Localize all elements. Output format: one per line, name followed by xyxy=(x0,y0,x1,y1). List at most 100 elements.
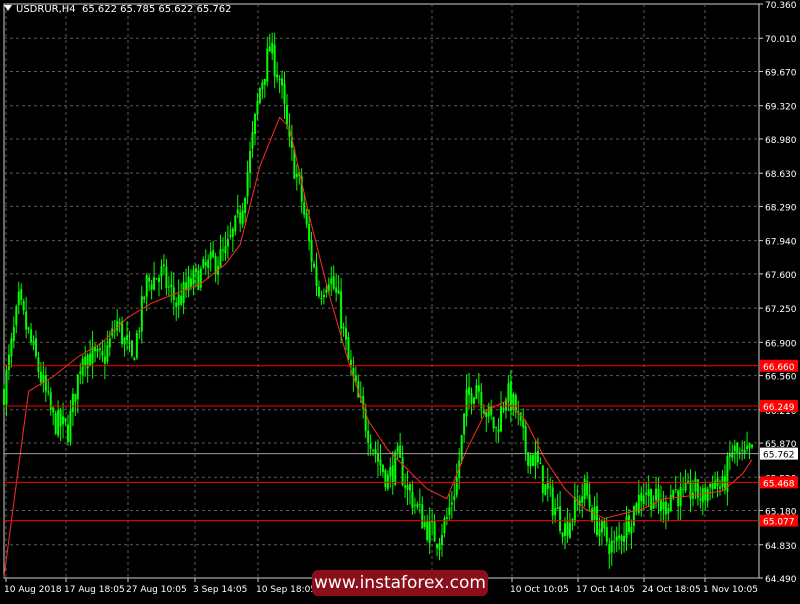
candle-body xyxy=(682,488,685,490)
candle-body xyxy=(610,540,613,553)
candle-body xyxy=(165,266,168,288)
candle-body xyxy=(559,506,562,531)
candle-body xyxy=(34,338,37,357)
level-price-label: 65.468 xyxy=(763,479,795,489)
candle-body xyxy=(17,291,20,306)
candle-body xyxy=(52,407,55,413)
candle-body xyxy=(263,78,266,85)
candle-body xyxy=(674,488,677,490)
candle-body xyxy=(12,327,15,342)
candle-body xyxy=(736,442,739,453)
candle-body xyxy=(583,478,586,499)
candle-body xyxy=(549,486,552,488)
candle-body xyxy=(746,445,749,450)
candle-body xyxy=(330,278,333,284)
candle-body xyxy=(337,290,340,294)
candle-body xyxy=(106,345,109,362)
candle-body xyxy=(133,358,136,361)
candle-body xyxy=(566,521,569,536)
y-tick-label: 64.490 xyxy=(765,575,797,585)
candle-body xyxy=(411,491,414,509)
x-tick-label: 10 Aug 2018 xyxy=(4,585,62,595)
candle-body xyxy=(44,375,47,392)
candle-body xyxy=(308,224,311,242)
candle-body xyxy=(733,445,736,452)
candle-body xyxy=(89,353,92,366)
candle-body xyxy=(190,278,192,287)
candle-body xyxy=(581,496,584,503)
candle-body xyxy=(261,82,264,90)
candle-body xyxy=(418,504,421,506)
candle-body xyxy=(335,287,338,293)
candle-body xyxy=(130,340,133,356)
candle-body xyxy=(477,385,480,392)
candle-body xyxy=(310,240,313,262)
candle-body xyxy=(694,478,697,492)
candle-body xyxy=(226,238,229,247)
candle-body xyxy=(79,371,82,374)
y-tick-label: 69.670 xyxy=(765,68,797,78)
candle-body xyxy=(495,426,498,428)
candle-body xyxy=(37,357,40,372)
candle-body xyxy=(645,492,648,495)
candle-body xyxy=(123,337,126,345)
candle-body xyxy=(647,489,650,496)
candle-body xyxy=(30,329,33,343)
candle-body xyxy=(625,516,628,539)
candle-body xyxy=(568,522,571,538)
candle-body xyxy=(347,337,350,360)
y-tick-label: 70.360 xyxy=(765,1,797,11)
candle-body xyxy=(25,311,28,330)
candle-body xyxy=(103,356,106,364)
candle-body xyxy=(657,488,660,502)
candle-body xyxy=(98,348,101,351)
candle-body xyxy=(475,385,478,399)
candle-body xyxy=(731,452,734,458)
candle-body xyxy=(367,430,370,443)
candle-body xyxy=(372,450,375,452)
candle-body xyxy=(180,295,183,305)
candle-body xyxy=(445,517,448,519)
candle-body xyxy=(76,374,79,400)
candle-body xyxy=(236,209,239,214)
candle-body xyxy=(150,284,153,290)
candle-body xyxy=(207,259,210,268)
candle-body xyxy=(96,348,99,352)
y-tick-label: 68.980 xyxy=(765,136,797,146)
candle-body xyxy=(325,289,328,293)
candle-body xyxy=(438,543,441,550)
candle-body xyxy=(655,488,658,501)
candle-body xyxy=(487,405,490,417)
candle-body xyxy=(57,410,60,436)
candle-body xyxy=(273,44,276,77)
candle-body xyxy=(721,476,724,487)
candle-body xyxy=(684,482,687,491)
candle-body xyxy=(303,202,306,215)
candle-body xyxy=(153,277,156,290)
candle-body xyxy=(632,505,635,526)
candle-body xyxy=(524,425,527,453)
candle-body xyxy=(433,521,436,542)
candle-body xyxy=(69,410,72,443)
candle-body xyxy=(148,277,151,282)
candle-body xyxy=(423,522,426,527)
chart-area[interactable]: 70.360 70.010 69.670 69.320 68.980 68.630 68.2… xyxy=(0,0,800,600)
candle-body xyxy=(672,490,675,498)
dropdown-triangle-icon[interactable] xyxy=(4,5,12,11)
candle-body xyxy=(138,330,141,332)
y-tick-label: 66.900 xyxy=(765,339,797,349)
watermark-badge: www.instaforex.com xyxy=(312,570,488,596)
x-tick-label: 27 Aug 10:05 xyxy=(126,585,187,595)
candle-body xyxy=(436,544,439,549)
candle-body xyxy=(709,484,712,488)
candle-body xyxy=(345,328,348,340)
candle-body xyxy=(175,302,178,308)
candle-body xyxy=(659,500,662,512)
candle-body xyxy=(389,467,392,476)
candle-body xyxy=(369,443,372,450)
x-tick-label: 1 Nov 10:05 xyxy=(703,585,758,595)
candle-body xyxy=(564,523,566,537)
candle-body xyxy=(116,321,119,331)
current-price-label: 65.762 xyxy=(763,451,795,461)
candle-body xyxy=(32,340,35,345)
